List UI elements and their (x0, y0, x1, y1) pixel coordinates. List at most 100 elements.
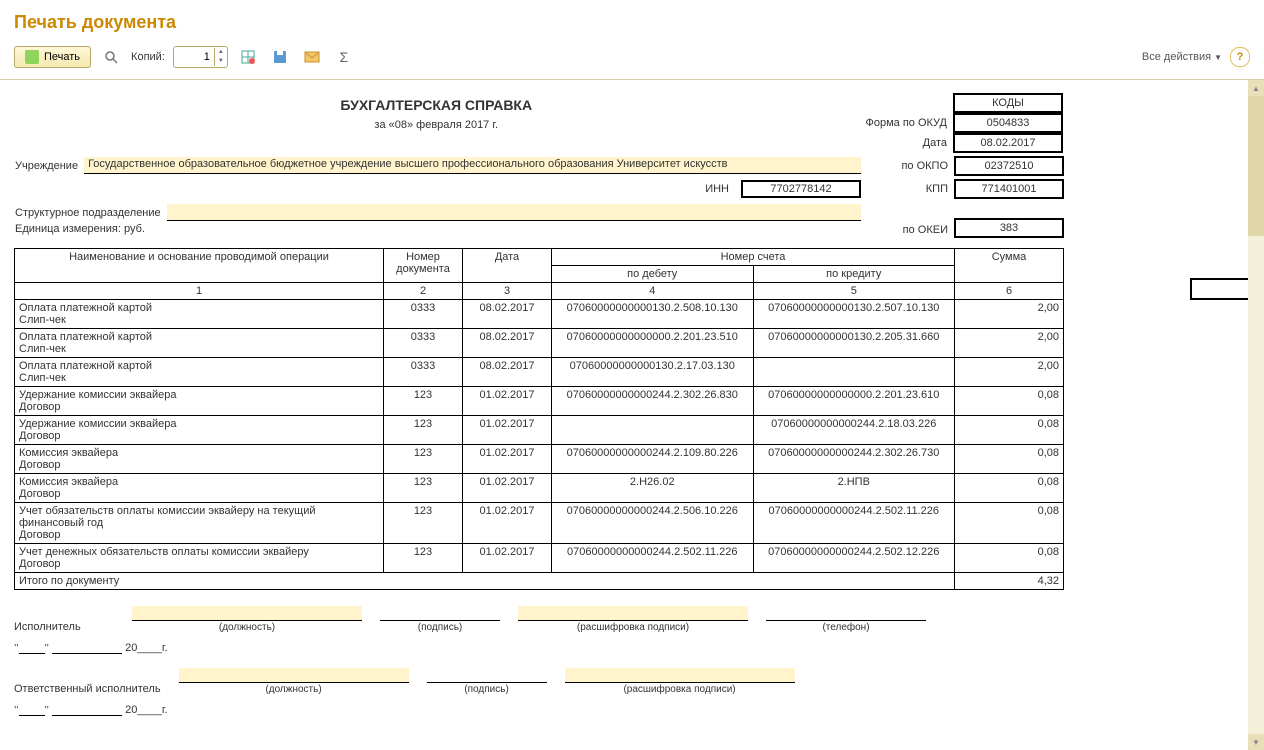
cell-num: 123 (384, 544, 463, 573)
cell-num: 123 (384, 474, 463, 503)
cell-num: 0333 (384, 329, 463, 358)
printer-icon (25, 50, 39, 64)
magnifier-icon (103, 49, 119, 65)
table-row: Комиссия эквайераДоговор12301.02.20172.Н… (15, 474, 1064, 503)
cell-name: Учет обязательств оплаты комиссии эквайе… (15, 503, 384, 544)
table-row: Удержание комиссии эквайераДоговор12301.… (15, 387, 1064, 416)
table-row: Оплата платежной картойСлип-чек033308.02… (15, 329, 1064, 358)
cell-num: 123 (384, 387, 463, 416)
unit-label: Единица измерения: руб. (15, 223, 151, 235)
spinner-up[interactable]: ▲ (215, 48, 227, 57)
scroll-up-button[interactable]: ▲ (1248, 80, 1264, 96)
inn-value: 7702778142 (741, 180, 861, 198)
th-credit: по кредиту (753, 266, 955, 283)
idx-6: 6 (955, 283, 1064, 300)
cap-dec-1: (расшифровка подписи) (518, 622, 748, 633)
date-label: Дата (860, 133, 954, 153)
executor-phone-field[interactable] (766, 606, 926, 621)
responsible-post-field[interactable] (179, 668, 409, 683)
scroll-thumb[interactable] (1248, 96, 1264, 236)
table-button[interactable] (236, 45, 260, 69)
th-sum: Сумма (955, 249, 1064, 283)
copies-spinner[interactable]: ▲▼ (173, 46, 228, 68)
mail-button[interactable] (300, 45, 324, 69)
envelope-icon (304, 50, 320, 64)
cap-sign-1: (подпись) (380, 622, 500, 633)
cell-date: 08.02.2017 (463, 358, 552, 387)
save-button[interactable] (268, 45, 292, 69)
print-button-label: Печать (44, 51, 80, 63)
codes-header: КОДЫ (954, 94, 1062, 112)
cell-credit: 07060000000000244.2.18.03.226 (753, 416, 955, 445)
inn-label: ИНН (705, 183, 735, 195)
cell-date: 08.02.2017 (463, 329, 552, 358)
okud-label: Форма по ОКУД (860, 113, 954, 133)
cell-name: Удержание комиссии эквайераДоговор (15, 387, 384, 416)
cell-debit: 07060000000000130.2.17.03.130 (552, 358, 754, 387)
help-button[interactable]: ? (1230, 47, 1250, 67)
okei-value: 383 (955, 219, 1063, 237)
cell-date: 01.02.2017 (463, 387, 552, 416)
date-line-1: "" 20____г. (14, 641, 1064, 654)
okpo-value: 02372510 (955, 157, 1063, 175)
print-button[interactable]: Печать (14, 46, 91, 68)
cell-name: Удержание комиссии эквайераДоговор (15, 416, 384, 445)
toolbar: Печать Копий: ▲▼ Σ Все действия ▼ ? (0, 41, 1264, 80)
scroll-down-button[interactable]: ▼ (1248, 734, 1264, 750)
cap-phone-1: (телефон) (766, 622, 926, 633)
cell-num: 123 (384, 416, 463, 445)
sum-button[interactable]: Σ (332, 45, 356, 69)
cell-credit: 07060000000000130.2.205.31.660 (753, 329, 955, 358)
cell-sum: 0,08 (955, 503, 1064, 544)
cell-date: 01.02.2017 (463, 445, 552, 474)
cap-sign-2: (подпись) (427, 684, 547, 695)
idx-5: 5 (753, 283, 955, 300)
page-title: Печать документа (0, 0, 1264, 41)
division-field[interactable] (167, 204, 861, 221)
cell-credit (753, 358, 955, 387)
th-date: Дата (463, 249, 552, 283)
cell-sum: 2,00 (955, 300, 1064, 329)
chevron-down-icon: ▼ (1214, 53, 1222, 62)
th-debit: по дебету (552, 266, 754, 283)
cell-debit: 07060000000000244.2.302.26.830 (552, 387, 754, 416)
okud-value: 0504833 (954, 114, 1062, 132)
vertical-scrollbar[interactable]: ▲ ▼ (1248, 80, 1264, 750)
th-name: Наименование и основание проводимой опер… (15, 249, 384, 283)
cell-date: 08.02.2017 (463, 300, 552, 329)
idx-1: 1 (15, 283, 384, 300)
main-table: Наименование и основание проводимой опер… (14, 248, 1064, 590)
executor-post-field[interactable] (132, 606, 362, 621)
spinner-down[interactable]: ▼ (215, 57, 227, 66)
preview-button[interactable] (99, 45, 123, 69)
responsible-sign-field[interactable] (427, 668, 547, 683)
all-actions-menu[interactable]: Все действия ▼ (1142, 51, 1222, 63)
cell-credit: 07060000000000130.2.507.10.130 (753, 300, 955, 329)
cell-num: 123 (384, 445, 463, 474)
table-row: Учет денежных обязательств оплаты комисс… (15, 544, 1064, 573)
cell-debit: 07060000000000130.2.508.10.130 (552, 300, 754, 329)
cell-sum: 0,08 (955, 387, 1064, 416)
org-field[interactable]: Государственное образовательное бюджетно… (84, 157, 861, 174)
cell-name: Комиссия эквайераДоговор (15, 445, 384, 474)
date-line-2: "" 20____г. (14, 703, 1064, 716)
cell-name: Учет денежных обязательств оплаты комисс… (15, 544, 384, 573)
cell-sum: 2,00 (955, 329, 1064, 358)
responsible-dec-field[interactable] (565, 668, 795, 683)
table-row: Оплата платежной картойСлип-чек033308.02… (15, 300, 1064, 329)
cell-debit: 07060000000000000.2.201.23.510 (552, 329, 754, 358)
idx-2: 2 (384, 283, 463, 300)
signature-section: Исполнитель (должность) (подпись) (расши… (14, 606, 1064, 716)
copies-input[interactable] (174, 51, 214, 63)
grid-icon (240, 49, 256, 65)
idx-4: 4 (552, 283, 754, 300)
cell-sum: 0,08 (955, 416, 1064, 445)
executor-dec-field[interactable] (518, 606, 748, 621)
table-row: Оплата платежной картойСлип-чек033308.02… (15, 358, 1064, 387)
document: БУХГАЛТЕРСКАЯ СПРАВКА за «08» февраля 20… (14, 90, 1064, 716)
cell-sum: 2,00 (955, 358, 1064, 387)
floppy-icon (272, 49, 288, 65)
executor-sign-field[interactable] (380, 606, 500, 621)
cell-debit: 07060000000000244.2.109.80.226 (552, 445, 754, 474)
doc-subtitle: за «08» февраля 2017 г. (15, 119, 858, 131)
